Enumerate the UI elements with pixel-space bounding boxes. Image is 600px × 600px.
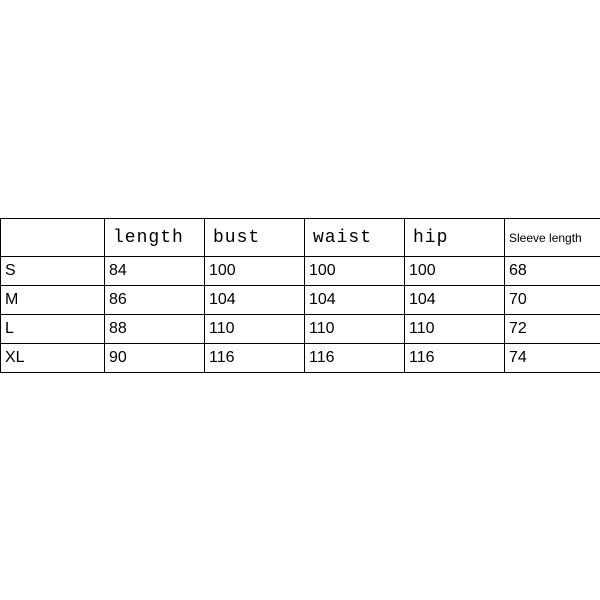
cell-bust: 104	[205, 286, 305, 315]
cell-hip: 100	[405, 257, 505, 286]
header-empty	[1, 219, 105, 257]
cell-sleeve: 70	[505, 286, 600, 315]
cell-bust: 100	[205, 257, 305, 286]
cell-length: 86	[105, 286, 205, 315]
header-hip: hip	[405, 219, 505, 257]
cell-waist: 100	[305, 257, 405, 286]
cell-length: 90	[105, 344, 205, 373]
table-row: XL 90 116 116 116 74	[1, 344, 600, 373]
table-header-row: length bust waist hip Sleeve length	[1, 219, 600, 257]
cell-length: 88	[105, 315, 205, 344]
cell-sleeve: 72	[505, 315, 600, 344]
size-chart-table: length bust waist hip Sleeve length S 84…	[0, 218, 600, 373]
header-bust: bust	[205, 219, 305, 257]
cell-sleeve: 68	[505, 257, 600, 286]
header-length: length	[105, 219, 205, 257]
header-waist: waist	[305, 219, 405, 257]
cell-sleeve: 74	[505, 344, 600, 373]
cell-waist: 104	[305, 286, 405, 315]
cell-bust: 116	[205, 344, 305, 373]
table-row: M 86 104 104 104 70	[1, 286, 600, 315]
size-chart-container: length bust waist hip Sleeve length S 84…	[0, 218, 600, 373]
cell-length: 84	[105, 257, 205, 286]
cell-size: XL	[1, 344, 105, 373]
table-row: S 84 100 100 100 68	[1, 257, 600, 286]
cell-hip: 110	[405, 315, 505, 344]
cell-hip: 116	[405, 344, 505, 373]
cell-waist: 116	[305, 344, 405, 373]
cell-waist: 110	[305, 315, 405, 344]
cell-size: S	[1, 257, 105, 286]
cell-hip: 104	[405, 286, 505, 315]
cell-bust: 110	[205, 315, 305, 344]
header-sleeve: Sleeve length	[505, 219, 600, 257]
table-row: L 88 110 110 110 72	[1, 315, 600, 344]
cell-size: M	[1, 286, 105, 315]
cell-size: L	[1, 315, 105, 344]
